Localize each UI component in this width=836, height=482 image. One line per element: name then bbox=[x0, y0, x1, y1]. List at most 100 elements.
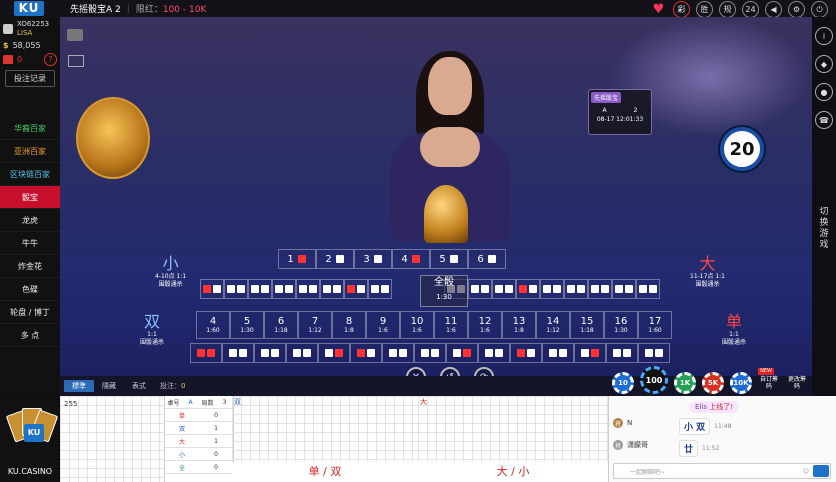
bet-single[interactable]: 1 bbox=[278, 249, 316, 269]
bet-pair[interactable] bbox=[564, 279, 588, 299]
bet-total[interactable]: 7 1:12 bbox=[298, 311, 332, 339]
bet-single[interactable]: 6 bbox=[468, 249, 506, 269]
bet-total[interactable]: 8 1:8 bbox=[332, 311, 366, 339]
bet-even[interactable]: 双 1:1 围骰通杀 bbox=[140, 313, 164, 347]
bet-combo[interactable] bbox=[286, 343, 318, 363]
crown-icon[interactable] bbox=[68, 55, 84, 67]
sidebar-item-game[interactable]: 色碟 bbox=[0, 278, 60, 301]
sidebar-item-game[interactable]: 多 点 bbox=[0, 324, 60, 347]
road-map-big-small[interactable]: 大 大 / 小 bbox=[418, 396, 608, 482]
bet-pair[interactable] bbox=[200, 279, 224, 299]
chip-100[interactable]: 100 bbox=[640, 366, 668, 394]
chip-10[interactable]: 10 bbox=[612, 372, 634, 394]
bet-pair[interactable] bbox=[368, 279, 392, 299]
bet-total[interactable]: 11 1:6 bbox=[434, 311, 468, 339]
bet-total[interactable]: 13 1:8 bbox=[502, 311, 536, 339]
chip-1K[interactable]: 1K bbox=[674, 372, 696, 394]
emoji-icon[interactable]: ☺ bbox=[803, 468, 809, 475]
info-icon[interactable]: i bbox=[815, 27, 833, 45]
bet-total[interactable]: 5 1:30 bbox=[230, 311, 264, 339]
chat-input[interactable]: 一起聊聊吧~ ☺ bbox=[613, 463, 831, 479]
sidebar-item-game[interactable]: 区块链百家 bbox=[0, 163, 60, 186]
volume-icon[interactable]: ◀ bbox=[765, 1, 782, 18]
gift-icon[interactable] bbox=[3, 55, 13, 64]
bet-total[interactable]: 9 1:6 bbox=[366, 311, 400, 339]
bet-combo[interactable] bbox=[222, 343, 254, 363]
bet-big[interactable]: 大 11-17点 1:1 围骰通杀 bbox=[690, 255, 725, 289]
bet-combo[interactable] bbox=[478, 343, 510, 363]
bet-single[interactable]: 2 bbox=[316, 249, 354, 269]
bet-pair[interactable] bbox=[248, 279, 272, 299]
road-map-main[interactable]: 255 bbox=[60, 396, 164, 482]
bet-total[interactable]: 14 1:12 bbox=[536, 311, 570, 339]
bet-total[interactable]: 10 1:6 bbox=[400, 311, 434, 339]
exit-icon[interactable]: ⏻ bbox=[811, 1, 828, 18]
bet-combo[interactable] bbox=[638, 343, 670, 363]
support-icon[interactable]: 24 bbox=[742, 1, 759, 18]
lottery-icon[interactable]: 彩 bbox=[673, 1, 690, 18]
bet-small[interactable]: 小 4-10点 1:1 围骰通杀 bbox=[155, 255, 186, 289]
settings-icon[interactable]: ⚙ bbox=[788, 1, 805, 18]
send-button[interactable] bbox=[813, 465, 829, 477]
bet-combo[interactable] bbox=[606, 343, 638, 363]
tab-table[interactable]: 表式 bbox=[124, 380, 154, 392]
bet-total[interactable]: 15 1:18 bbox=[570, 311, 604, 339]
bet-combo[interactable] bbox=[254, 343, 286, 363]
bet-any-triple[interactable]: 全骰 1:30 bbox=[420, 275, 468, 307]
bet-odd[interactable]: 单 1:1 围骰通杀 bbox=[722, 313, 746, 347]
sidebar-item-game[interactable]: 龙虎 bbox=[0, 209, 60, 232]
bet-combo[interactable] bbox=[542, 343, 574, 363]
custom-chip-button[interactable]: NEW 自订筹码 bbox=[758, 368, 780, 394]
sidebar-item-game[interactable]: 炸金花 bbox=[0, 255, 60, 278]
chip-5K[interactable]: 5K bbox=[702, 372, 724, 394]
bet-pair[interactable] bbox=[468, 279, 492, 299]
bet-combo[interactable] bbox=[446, 343, 478, 363]
sidebar-item-game[interactable]: 华裔百家 bbox=[0, 117, 60, 140]
bet-total[interactable]: 17 1:60 bbox=[638, 311, 672, 339]
bet-combo[interactable] bbox=[574, 343, 606, 363]
bet-pair[interactable] bbox=[320, 279, 344, 299]
road-map-odd-even[interactable]: 双 单 / 双 bbox=[232, 396, 419, 482]
bet-pair[interactable] bbox=[224, 279, 248, 299]
bet-combo[interactable] bbox=[382, 343, 414, 363]
change-chip-button[interactable]: 更改筹码 bbox=[786, 376, 808, 394]
bet-combo[interactable] bbox=[350, 343, 382, 363]
sidebar-item-game[interactable]: 牛牛 bbox=[0, 232, 60, 255]
bet-pair[interactable] bbox=[636, 279, 660, 299]
chip-icon[interactable]: ● bbox=[815, 83, 833, 101]
sidebar-item-game[interactable]: 亚洲百家 bbox=[0, 140, 60, 163]
tab-hidden[interactable]: 隱藏 bbox=[94, 380, 124, 392]
heart-icon[interactable]: ♥ bbox=[650, 1, 667, 18]
bet-pair[interactable] bbox=[516, 279, 540, 299]
bet-total[interactable]: 16 1:30 bbox=[604, 311, 638, 339]
bet-single[interactable]: 4 bbox=[392, 249, 430, 269]
bet-single[interactable]: 3 bbox=[354, 249, 392, 269]
bet-total[interactable]: 4 1:60 bbox=[196, 311, 230, 339]
bet-pair[interactable] bbox=[612, 279, 636, 299]
win-icon[interactable]: 胜 bbox=[696, 1, 713, 18]
switch-game-button[interactable]: 切换游戏 bbox=[818, 207, 830, 251]
bet-combo[interactable] bbox=[190, 343, 222, 363]
bet-pair[interactable] bbox=[540, 279, 564, 299]
bet-single[interactable]: 5 bbox=[430, 249, 468, 269]
bet-pair[interactable] bbox=[588, 279, 612, 299]
bet-pair[interactable] bbox=[296, 279, 320, 299]
bet-pair[interactable] bbox=[272, 279, 296, 299]
sidebar-item-game[interactable]: 轮盘 / 博丁 bbox=[0, 301, 60, 324]
bet-combo[interactable] bbox=[414, 343, 446, 363]
bet-total[interactable]: 12 1:6 bbox=[468, 311, 502, 339]
bet-combo[interactable] bbox=[510, 343, 542, 363]
compass-icon[interactable]: ◆ bbox=[815, 55, 833, 73]
bet-pair[interactable] bbox=[344, 279, 368, 299]
bet-records-button[interactable]: 投注记录 bbox=[5, 70, 55, 87]
help-icon[interactable]: ? bbox=[44, 53, 57, 66]
phone-icon[interactable]: ☎ bbox=[815, 111, 833, 129]
sidebar-item-game[interactable]: 骰宝 bbox=[0, 186, 60, 209]
tab-standard[interactable]: 標準 bbox=[64, 380, 94, 392]
rules-icon[interactable]: 规 bbox=[719, 1, 736, 18]
bet-total[interactable]: 6 1:18 bbox=[264, 311, 298, 339]
bet-combo[interactable] bbox=[318, 343, 350, 363]
bet-pair[interactable] bbox=[492, 279, 516, 299]
tv-icon[interactable] bbox=[67, 29, 83, 41]
chip-10K[interactable]: 10K bbox=[730, 372, 752, 394]
